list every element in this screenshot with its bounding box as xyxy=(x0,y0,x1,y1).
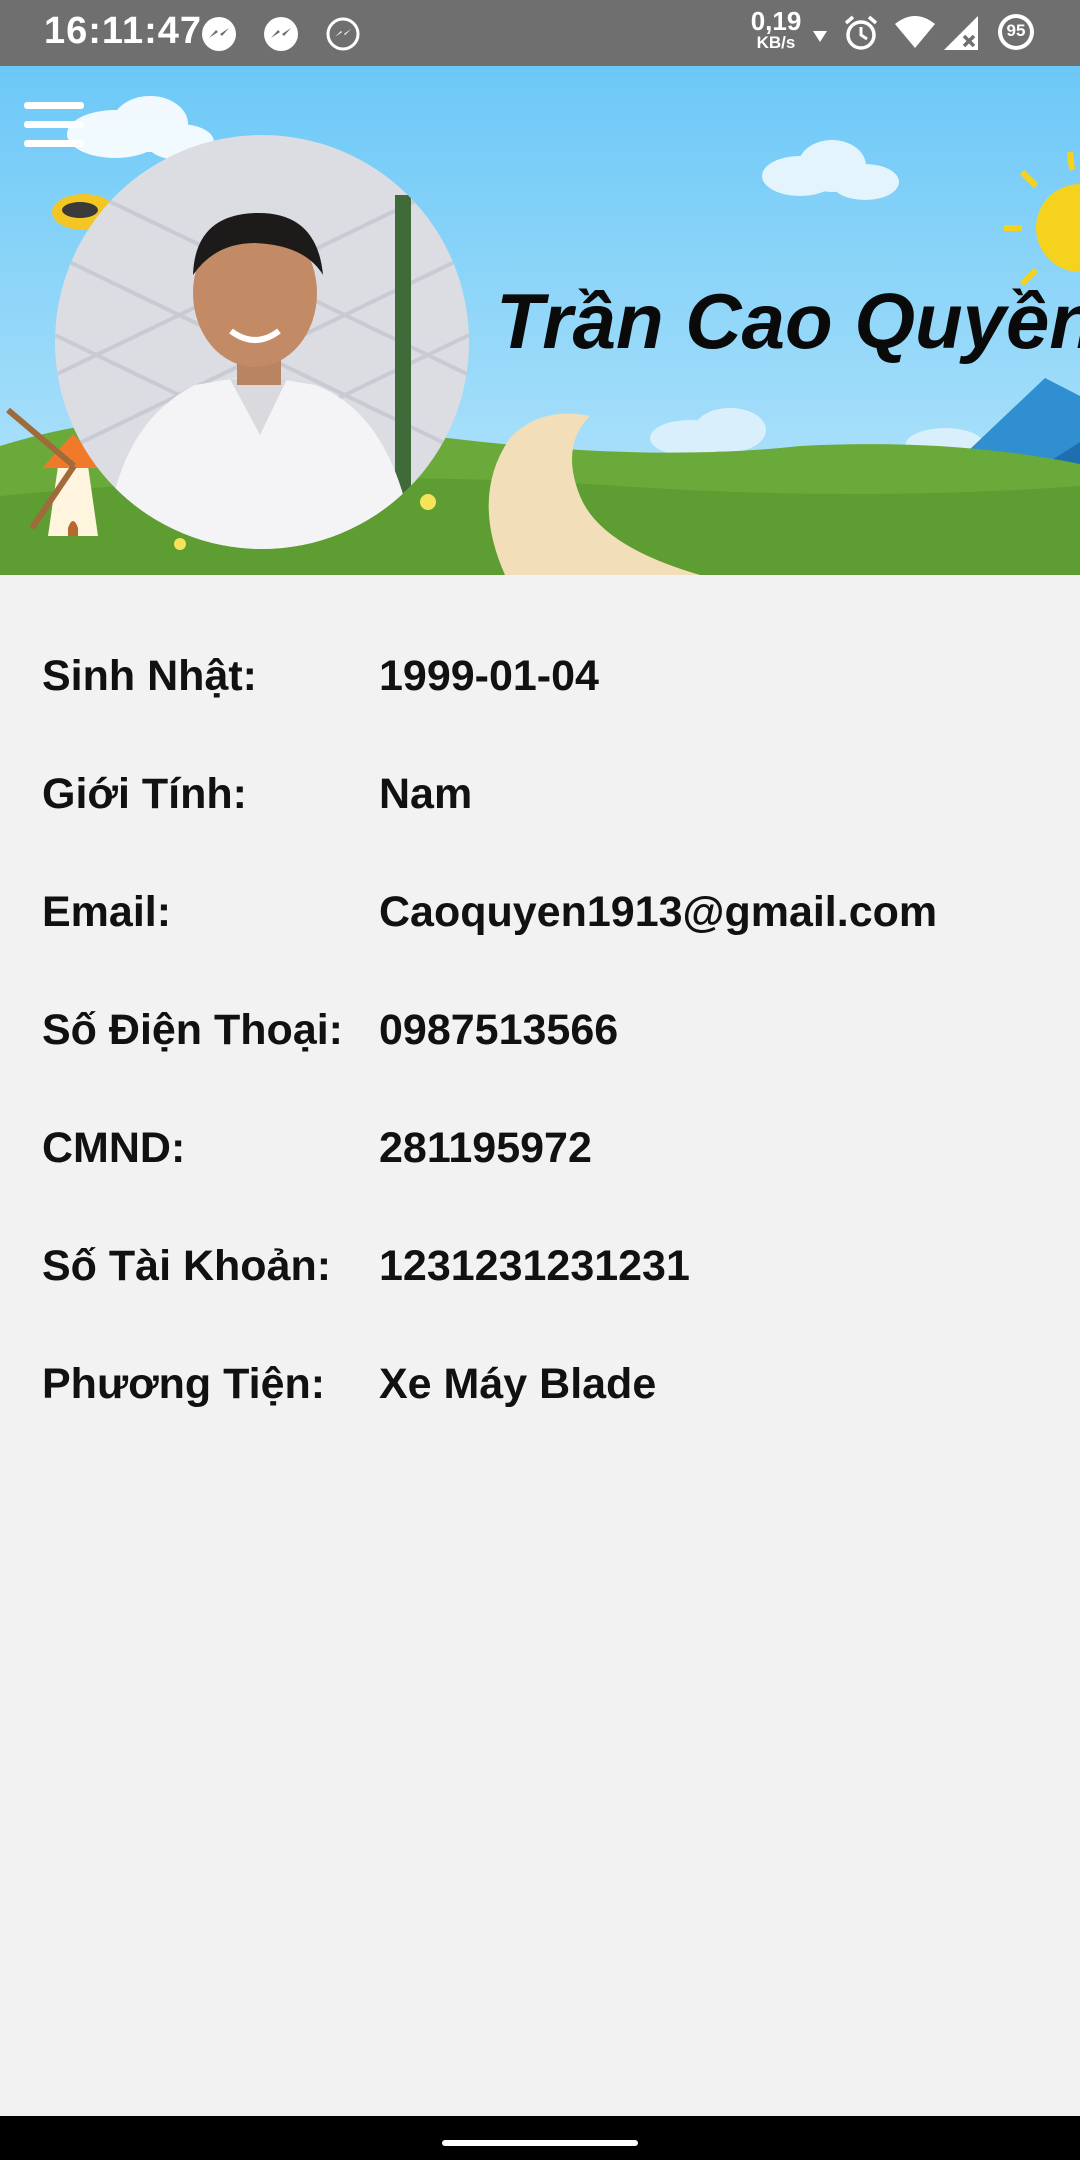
network-speed-unit: KB/s xyxy=(756,33,796,52)
wifi-icon xyxy=(895,16,935,48)
home-gesture-handle[interactable] xyxy=(442,2140,638,2146)
id-card-value: 281195972 xyxy=(379,1124,592,1172)
download-arrow-icon xyxy=(813,31,827,42)
profile-header: Trần Cao Quyền xyxy=(0,66,1080,575)
alarm-icon xyxy=(844,15,878,50)
id-card-label: CMND: xyxy=(42,1124,186,1172)
messenger-icon xyxy=(264,17,298,51)
network-speed: 0,19 KB/s xyxy=(746,8,806,51)
signal-no-service-icon xyxy=(944,16,978,50)
email-value: Caoquyen1913@gmail.com xyxy=(379,888,938,936)
gender-label: Giới Tính: xyxy=(42,770,247,818)
profile-name: Trần Cao Quyền xyxy=(496,277,1080,365)
status-time: 16:11:47 xyxy=(44,10,203,52)
info-row-vehicle: Phương Tiện: Xe Máy Blade xyxy=(0,1360,1080,1420)
bank-account-value: 1231231231231 xyxy=(379,1242,690,1290)
hamburger-line xyxy=(24,140,84,147)
hamburger-menu-icon xyxy=(24,102,84,109)
status-bar: 16:11:47 0,19 KB/s 95 xyxy=(0,0,1080,66)
birthday-value: 1999-01-04 xyxy=(379,652,599,700)
vehicle-label: Phương Tiện: xyxy=(42,1360,326,1408)
messenger-icon xyxy=(202,17,236,51)
hamburger-line xyxy=(24,121,84,128)
network-speed-value: 0,19 xyxy=(750,6,802,36)
phone-value: 0987513566 xyxy=(379,1006,619,1054)
messenger-outline-icon xyxy=(326,17,360,51)
avatar xyxy=(55,135,469,549)
vehicle-value: Xe Máy Blade xyxy=(379,1360,657,1408)
info-row-email: Email: Caoquyen1913@gmail.com xyxy=(0,888,1080,948)
bank-account-label: Số Tài Khoản: xyxy=(42,1242,332,1290)
battery-level: 95 xyxy=(1006,21,1026,40)
info-row-gender: Giới Tính: Nam xyxy=(0,770,1080,830)
profile-photo xyxy=(55,135,469,549)
gender-value: Nam xyxy=(379,770,473,818)
birthday-label: Sinh Nhật: xyxy=(42,652,257,700)
info-row-phone: Số Điện Thoại: 0987513566 xyxy=(0,1006,1080,1066)
info-row-id-card: CMND: 281195972 xyxy=(0,1124,1080,1184)
phone-label: Số Điện Thoại: xyxy=(42,1006,343,1054)
info-row-birthday: Sinh Nhật: 1999-01-04 xyxy=(0,652,1080,712)
navigation-bar xyxy=(0,2116,1080,2160)
email-label: Email: xyxy=(42,888,172,936)
menu-button[interactable] xyxy=(24,102,84,150)
info-row-bank-account: Số Tài Khoản: 1231231231231 xyxy=(0,1242,1080,1302)
